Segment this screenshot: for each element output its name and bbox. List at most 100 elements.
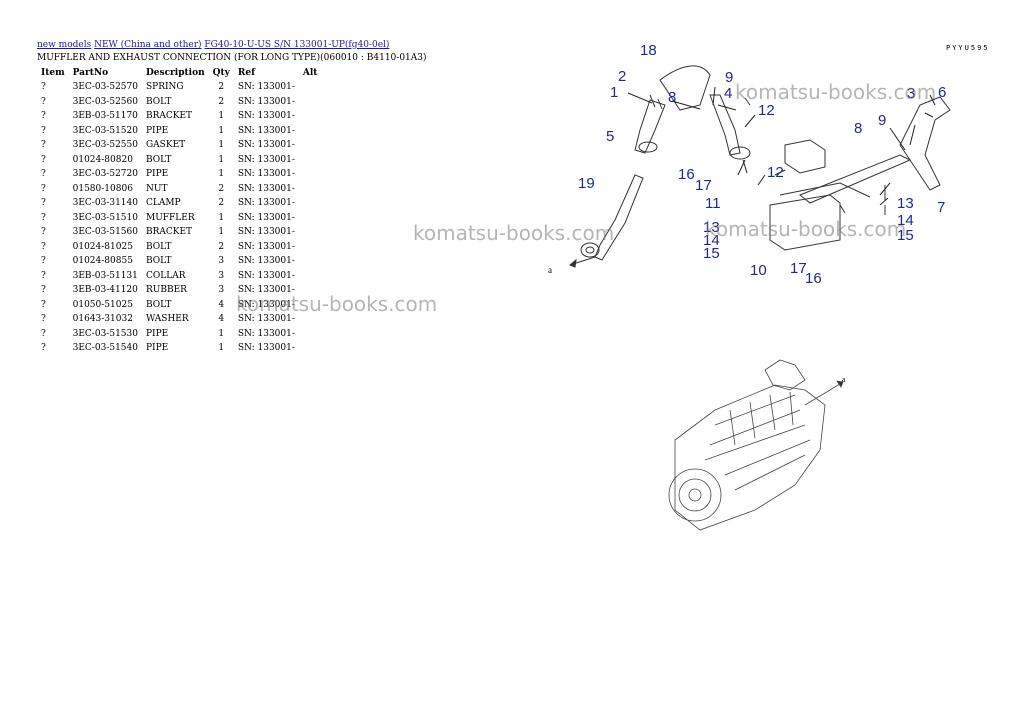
cell-description: MUFFLER	[145, 212, 195, 223]
cell-ref: SN: 133001-	[237, 227, 295, 238]
cell-description: COLLAR	[145, 270, 186, 281]
tail-pipe-shape	[799, 154, 912, 204]
table-row: ? 3EB-03-51170 BRACKET 1 SN: 133001-	[37, 109, 327, 124]
cell-qty: 2	[218, 241, 225, 252]
callout-number: 9	[725, 69, 733, 86]
cell-description: PIPE	[145, 125, 169, 136]
fan-shape	[764, 359, 806, 391]
cell-qty: 2	[218, 183, 225, 194]
cell-item: ?	[41, 96, 46, 107]
cell-ref: SN: 133001-	[237, 82, 295, 93]
header-description: Description	[145, 68, 205, 78]
flywheel-hub-shape	[688, 488, 702, 502]
callout-number: 16	[678, 166, 695, 183]
table-row: ? 3EC-03-51520 PIPE 1 SN: 133001-	[37, 124, 327, 139]
cell-alt	[299, 109, 327, 124]
ref-letter-a: a	[548, 265, 552, 275]
cell-ref: SN: 133001-	[237, 183, 295, 194]
cell-alt	[299, 153, 327, 168]
table-row: ? 3EC-03-31140 CLAMP 2 SN: 133001-	[37, 196, 327, 211]
flywheel-inner-shape	[678, 478, 712, 512]
cell-item: ?	[41, 227, 46, 238]
callout-number: 8	[668, 89, 676, 106]
cell-description: GASKET	[145, 140, 186, 151]
cell-item: ?	[41, 314, 46, 325]
cell-partno: 3EC-03-31140	[72, 198, 138, 209]
engine-detail-lines	[704, 394, 811, 491]
cell-partno: 3EB-03-51170	[72, 111, 138, 122]
engine-arrow-line	[804, 381, 844, 406]
cell-item: ?	[41, 212, 46, 223]
cell-ref: SN: 133001-	[237, 328, 295, 339]
table-header-row: Item PartNo Description Qty Ref Alt	[37, 66, 327, 80]
header-ref: Ref	[237, 68, 255, 78]
cell-item: ?	[41, 140, 46, 151]
table-row: ? 3EC-03-52550 GASKET 1 SN: 133001-	[37, 138, 327, 153]
cell-partno: 3EC-03-52550	[72, 140, 138, 151]
callout-number: 1	[610, 84, 618, 101]
cell-ref: SN: 133001-	[237, 154, 295, 165]
cell-description: BOLT	[145, 299, 172, 310]
breadcrumb-link-model[interactable]: FG40-10-U-US S/N 133001-UP(fg40-0el)	[204, 40, 389, 50]
cell-alt	[299, 341, 327, 356]
table-row: ? 01024-80855 BOLT 3 SN: 133001-	[37, 254, 327, 269]
cell-item: ?	[41, 154, 46, 165]
callout-number: 16	[805, 270, 822, 287]
cell-alt	[299, 225, 327, 240]
elbow-right-shape	[899, 96, 951, 191]
cell-qty: 4	[218, 299, 225, 310]
cell-description: PIPE	[145, 328, 169, 339]
cell-item: ?	[41, 256, 46, 267]
header-item: Item	[41, 68, 65, 78]
cell-description: PIPE	[145, 343, 169, 354]
cell-item: ?	[41, 183, 46, 194]
table-row: ? 01024-80820 BOLT 1 SN: 133001-	[37, 153, 327, 168]
cell-partno: 01024-80820	[72, 154, 133, 165]
cell-qty: 1	[218, 125, 225, 136]
cell-partno: 3EC-03-52570	[72, 82, 138, 93]
cell-description: SPRING	[145, 82, 184, 93]
cell-ref: SN: 133001-	[237, 241, 295, 252]
cell-qty: 2	[218, 82, 225, 93]
table-row: ? 3EC-03-52720 PIPE 1 SN: 133001-	[37, 167, 327, 182]
breadcrumb-link-china[interactable]: NEW (China and other)	[94, 40, 201, 50]
cell-description: BOLT	[145, 241, 172, 252]
cell-ref: SN: 133001-	[237, 270, 295, 281]
callout-number: 10	[750, 262, 767, 279]
cell-item: ?	[41, 285, 46, 296]
cell-partno: 3EC-03-51510	[72, 212, 138, 223]
parts-diagram: 1821 894512191617111213141510 17163 68 91314…	[548, 42, 951, 287]
cell-partno: 3EC-03-51520	[72, 125, 138, 136]
cell-partno: 3EC-03-52720	[72, 169, 138, 180]
header-partno: PartNo	[72, 68, 109, 78]
callout-number: 12	[758, 102, 775, 119]
cell-item: ?	[41, 125, 46, 136]
cell-partno: 3EC-03-51540	[72, 343, 138, 354]
cell-ref: SN: 133001-	[237, 111, 295, 122]
cell-partno: 01024-81025	[72, 241, 133, 252]
cell-partno: 3EC-03-51560	[72, 227, 138, 238]
cell-qty: 1	[218, 154, 225, 165]
table-row: ? 3EC-03-52560 BOLT 2 SN: 133001-	[37, 95, 327, 110]
cell-description: PIPE	[145, 169, 169, 180]
callout-number: 17	[695, 177, 712, 194]
cell-qty: 1	[218, 212, 225, 223]
cell-qty: 1	[218, 227, 225, 238]
pipe-outlet-shape	[580, 242, 600, 258]
watermark: komatsu-books.com	[735, 80, 937, 104]
callout-number: 19	[578, 175, 595, 192]
cell-description: CLAMP	[145, 198, 181, 209]
cell-qty: 4	[218, 314, 225, 325]
cell-partno: 3EC-03-51530	[72, 328, 138, 339]
callout-number: 11	[705, 195, 721, 212]
cell-qty: 1	[218, 169, 225, 180]
cell-ref: SN: 133001-	[237, 140, 295, 151]
cell-alt	[299, 240, 327, 255]
engine-ref-letter-a: a	[842, 375, 846, 384]
cell-description: BRACKET	[145, 111, 193, 122]
header-alt: Alt	[302, 68, 318, 78]
table-row: ? 3EC-03-51560 BRACKET 1 SN: 133001-	[37, 225, 327, 240]
breadcrumb-link-new-models[interactable]: new models	[37, 40, 91, 50]
cell-item: ?	[41, 198, 46, 209]
callout-number: 12	[767, 164, 784, 181]
